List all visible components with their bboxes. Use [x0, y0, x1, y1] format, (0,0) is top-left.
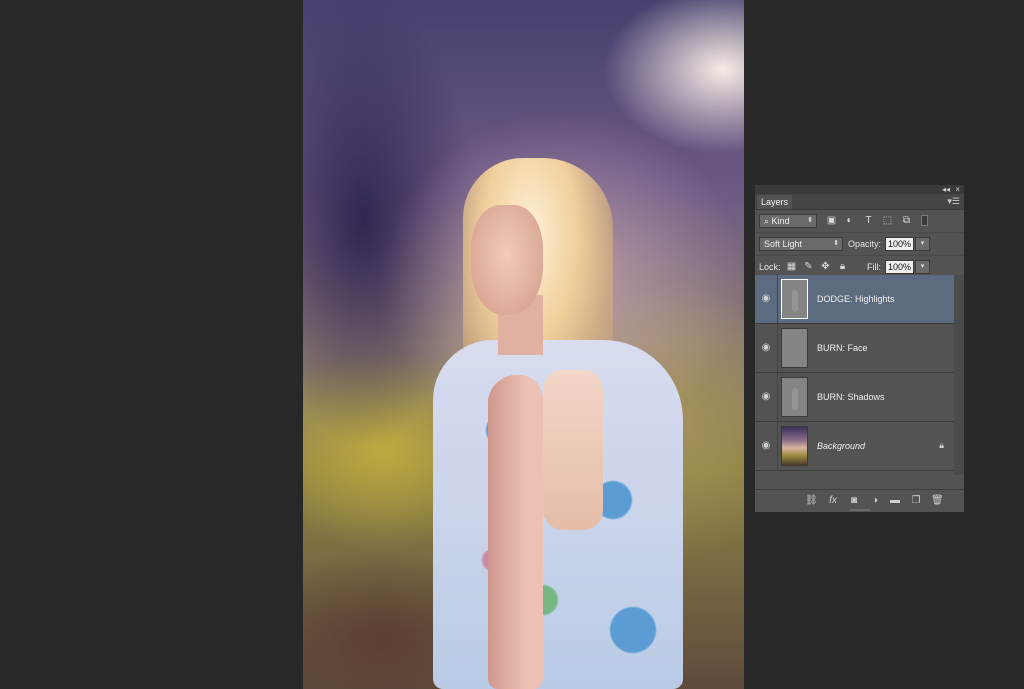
layer-thumbnail[interactable]	[781, 279, 808, 319]
collapse-panel-icon[interactable]: ◂◂	[942, 185, 950, 194]
layer-row-burn-face[interactable]: ◉ BURN: Face	[755, 324, 954, 373]
adjustment-filter-icon[interactable]: ◐	[844, 215, 855, 226]
lock-all-icon[interactable]: 🔒︎	[837, 261, 848, 272]
layer-name[interactable]: BURN: Face	[817, 324, 868, 372]
layer-thumbnail[interactable]	[781, 426, 808, 466]
shape-filter-icon[interactable]: ⬚	[882, 215, 893, 226]
trash-icon[interactable]: 🗑︎	[931, 495, 944, 507]
image-canvas[interactable]	[303, 0, 744, 689]
layer-row-burn-shadows[interactable]: ◉ BURN: Shadows	[755, 373, 954, 422]
image-filter-icon[interactable]: ▣	[826, 215, 837, 226]
layers-panel: ◂◂ × Layers ▾☰ ⌕ Kind ⬍ ▣ ◐ T ⬚ ⧉ Soft L…	[754, 184, 965, 513]
layer-row-dodge-highlights[interactable]: ◉ DODGE: Highlights	[755, 275, 954, 324]
lock-position-icon[interactable]: ✥	[820, 261, 831, 272]
panel-menu-icon[interactable]: ▾☰	[947, 196, 960, 207]
layers-scrollbar[interactable]	[954, 275, 964, 475]
resize-grip[interactable]	[850, 509, 870, 511]
new-group-icon[interactable]: ▬	[889, 495, 901, 507]
lock-icon: 🔒︎	[939, 440, 944, 450]
layers-bottom-toolbar: ⛓ fx ◙ ◑ ▬ ❐ 🗑︎	[755, 489, 964, 512]
thumbnail-figure	[792, 290, 798, 312]
fill-dropdown-button[interactable]: ▾	[915, 260, 930, 274]
blend-opacity-row: Soft Light ⬍ Opacity: 100% ▾	[755, 233, 964, 256]
visibility-eye-icon[interactable]: ◉	[755, 275, 778, 323]
opacity-input[interactable]: 100%	[885, 237, 914, 251]
photo-face	[471, 205, 543, 315]
layer-name[interactable]: BURN: Shadows	[817, 373, 885, 421]
layers-list: ◉ DODGE: Highlights ◉ BURN: Face ◉ BURN:…	[755, 275, 954, 475]
link-layers-icon[interactable]: ⛓	[805, 495, 818, 507]
new-layer-icon[interactable]: ❐	[910, 495, 922, 507]
filter-kind-label: Kind	[771, 216, 790, 226]
lock-image-pixels-icon[interactable]: ✎	[803, 261, 814, 272]
panel-tab-row: Layers ▾☰	[755, 194, 964, 210]
lock-label: Lock:	[759, 262, 781, 272]
visibility-eye-icon[interactable]: ◉	[755, 422, 778, 470]
visibility-eye-icon[interactable]: ◉	[755, 373, 778, 421]
chevron-updown-icon: ⬍	[807, 217, 813, 224]
layer-name[interactable]: DODGE: Highlights	[817, 275, 895, 323]
adjustment-layer-icon[interactable]: ◑	[869, 495, 881, 507]
filter-kind-select[interactable]: ⌕ Kind ⬍	[759, 214, 817, 228]
close-panel-icon[interactable]: ×	[955, 185, 960, 194]
opacity-dropdown-button[interactable]: ▾	[915, 237, 930, 251]
panel-title-bar: ◂◂ ×	[755, 185, 964, 194]
lock-transparent-pixels-icon[interactable]: ▦	[786, 261, 797, 272]
type-filter-icon[interactable]: T	[863, 215, 874, 226]
photo-back	[543, 370, 603, 530]
filter-toggle-switch[interactable]	[921, 215, 928, 226]
blend-mode-select[interactable]: Soft Light ⬍	[759, 237, 843, 251]
fill-label: Fill:	[867, 262, 881, 272]
chevron-updown-icon: ⬍	[833, 240, 839, 247]
search-icon: ⌕	[764, 216, 772, 226]
layer-row-background[interactable]: ◉ Background 🔒︎	[755, 422, 954, 471]
smart-object-filter-icon[interactable]: ⧉	[901, 215, 912, 226]
layer-thumbnail[interactable]	[781, 377, 808, 417]
blend-mode-value: Soft Light	[764, 239, 803, 249]
photo-arm	[488, 375, 543, 689]
opacity-label: Opacity:	[848, 239, 882, 249]
thumbnail-figure	[792, 388, 798, 410]
fx-icon[interactable]: fx	[827, 495, 839, 507]
layer-filter-row: ⌕ Kind ⬍ ▣ ◐ T ⬚ ⧉	[755, 210, 964, 233]
tab-layers[interactable]: Layers	[757, 195, 793, 209]
fill-input[interactable]: 100%	[885, 260, 914, 274]
layer-mask-icon[interactable]: ◙	[848, 495, 860, 507]
layer-name[interactable]: Background	[817, 422, 865, 470]
visibility-eye-icon[interactable]: ◉	[755, 324, 778, 372]
layer-thumbnail[interactable]	[781, 328, 808, 368]
